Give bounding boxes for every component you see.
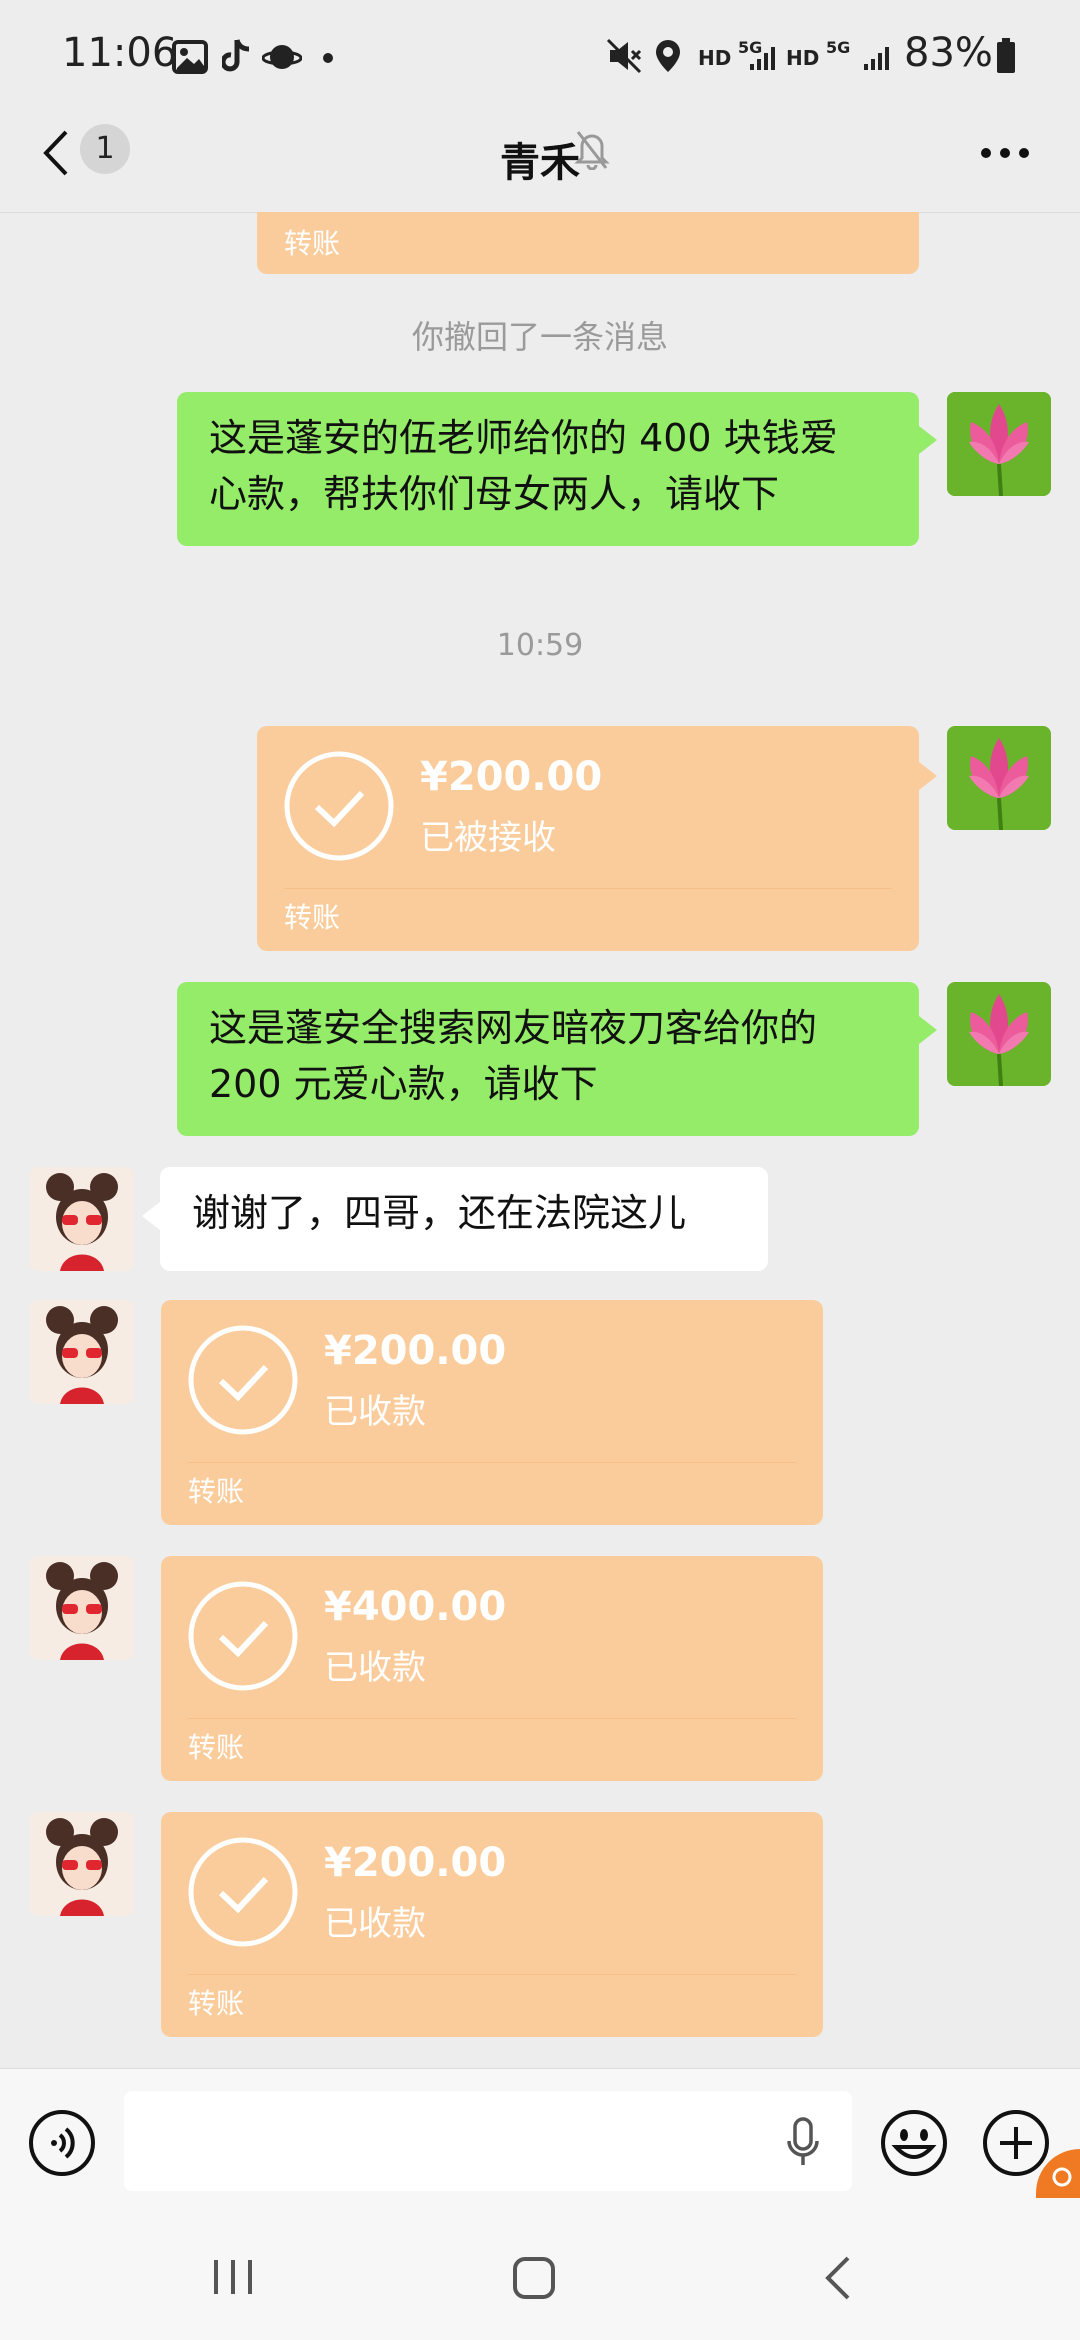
transfer-card[interactable]: ¥200.00 已收款 转账 [161,1300,823,1525]
divider [188,1974,796,1975]
check-circle-icon [188,1325,298,1435]
message-line: 心款，帮扶你们母女两人，请收下 [209,472,780,516]
bubble-tail [919,426,937,454]
contact-avatar[interactable] [30,1167,134,1271]
hd-label-1: HD [698,46,732,70]
chat-title-text: 青禾 [500,140,580,186]
contact-avatar[interactable] [30,1556,134,1660]
sent-message-bubble[interactable]: 这是蓬安全搜索网友暗夜刀客给你的 200 元爱心款，请收下 [177,982,919,1136]
signal-icon [750,47,775,70]
battery-icon [997,38,1015,73]
self-avatar[interactable] [947,392,1051,496]
transfer-amount: ¥200.00 [324,1840,507,1886]
self-avatar[interactable] [947,982,1051,1086]
divider [188,1462,796,1463]
floating-badge-icon[interactable] [1036,2149,1080,2199]
tiktok-icon [222,39,250,72]
message-list[interactable]: 转账 你撤回了一条消息 这是蓬安的伍老师给你的 400 块钱爱 心款，帮扶你们母… [0,212,1080,2068]
bubble-tail [142,1202,160,1230]
timestamp: 10:59 [496,628,584,663]
planet-icon [262,45,302,69]
bubble-tail [919,1016,937,1044]
bubble-tail [919,762,937,790]
emoji-icon[interactable] [880,2109,948,2177]
muted-bell-icon [574,131,610,170]
transfer-status: 已收款 [324,1392,426,1432]
transfer-label: 转账 [188,1475,245,1508]
input-bar [0,2068,1080,2199]
received-message-bubble[interactable]: 谢谢了，四哥，还在法院这儿 [160,1167,768,1271]
chat-header: 1 青禾 [0,110,1080,213]
check-circle-icon [188,1837,298,1947]
message-line: 谢谢了，四哥，还在法院这儿 [192,1191,687,1235]
dot-icon [323,53,333,63]
self-avatar[interactable] [947,726,1051,830]
system-navigation-bar [0,2198,1080,2340]
battery-percent: 83% [904,30,993,76]
transfer-card-partial[interactable]: 转账 [257,212,919,274]
transfer-label: 转账 [188,1987,245,2020]
transfer-status: 已收款 [324,1648,426,1688]
message-line: 这是蓬安全搜索网友暗夜刀客给你的 [209,1006,818,1050]
transfer-status: 已被接收 [420,818,556,858]
voice-icon[interactable] [28,2109,96,2177]
transfer-amount: ¥400.00 [324,1584,507,1630]
mute-icon [606,38,642,74]
check-circle-icon [188,1581,298,1691]
transfer-label: 转账 [284,901,341,934]
status-time: 11:06 [62,30,178,76]
message-input[interactable] [124,2091,852,2191]
check-circle-icon [284,751,394,861]
home-icon[interactable] [512,2256,556,2300]
transfer-card[interactable]: ¥200.00 已被接收 转账 [257,726,919,951]
back-icon[interactable] [824,2256,852,2300]
divider [284,888,892,889]
transfer-status: 已收款 [324,1904,426,1944]
contact-avatar[interactable] [30,1812,134,1916]
image-icon [172,40,208,74]
more-icon[interactable] [980,146,1030,160]
message-line: 200 元爱心款，请收下 [209,1062,598,1106]
signal-icon-2 [864,47,889,70]
recall-notice: 你撤回了一条消息 [411,318,668,356]
transfer-label: 转账 [188,1731,245,1764]
chat-title: 青禾 [0,130,1080,188]
hd-label-2: HD [786,46,820,70]
transfer-card[interactable]: ¥200.00 已收款 转账 [161,1812,823,2037]
transfer-amount: ¥200.00 [324,1328,507,1374]
transfer-label: 转账 [284,227,341,260]
recents-icon[interactable] [212,2258,254,2296]
divider [188,1718,796,1719]
5g-label-2: 5G [826,38,851,57]
location-icon [656,40,680,72]
transfer-card[interactable]: ¥400.00 已收款 转账 [161,1556,823,1781]
message-line: 这是蓬安的伍老师给你的 400 块钱爱 [209,416,838,460]
sent-message-bubble[interactable]: 这是蓬安的伍老师给你的 400 块钱爱 心款，帮扶你们母女两人，请收下 [177,392,919,546]
status-bar: 11:06 HD 5G HD 5G 83% [0,0,1080,110]
microphone-icon[interactable] [786,2117,820,2167]
contact-avatar[interactable] [30,1300,134,1404]
transfer-amount: ¥200.00 [420,754,603,800]
